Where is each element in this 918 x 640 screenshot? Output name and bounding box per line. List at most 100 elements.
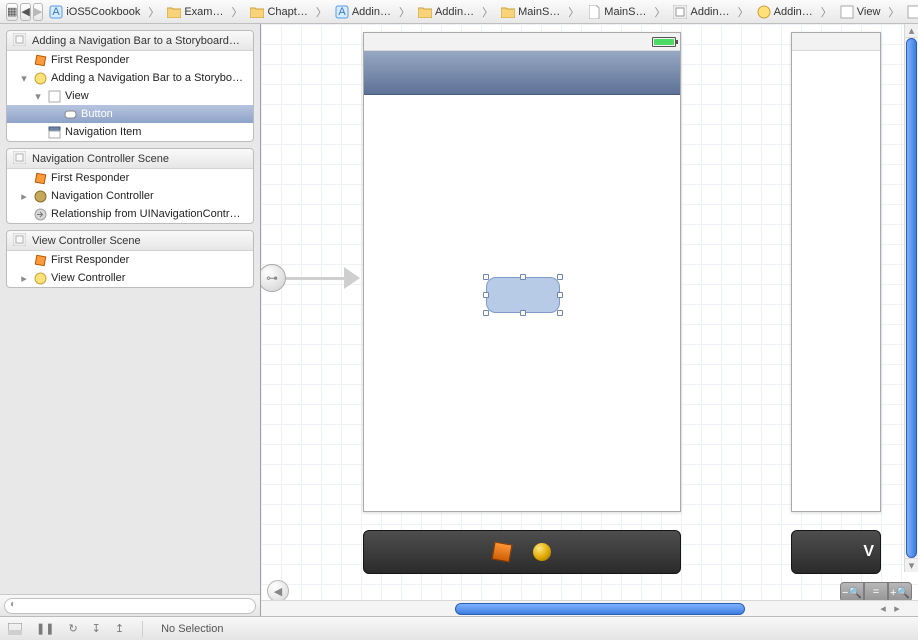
document-icon (587, 5, 601, 19)
outline-row-label: Navigation Controller (51, 190, 154, 202)
view-body[interactable] (364, 95, 680, 511)
horizontal-scrollbar[interactable]: ◂ ▸ (261, 600, 918, 616)
device-frame (363, 32, 681, 512)
device-frame-peek (791, 32, 881, 512)
zoom-in-button[interactable]: +🔍 (888, 582, 912, 602)
scroll-left-icon[interactable]: ◂ (876, 602, 890, 615)
disclosure-triangle-icon[interactable]: ▸ (19, 272, 29, 285)
step-out-icon[interactable]: ↥ (115, 622, 124, 635)
selection-handle[interactable] (483, 310, 489, 316)
outline-row-navigation-controller[interactable]: ▸ Navigation Controller (7, 187, 253, 205)
scene-group: Navigation Controller Scene First Respon… (6, 148, 254, 224)
breadcrumb-label: Exam… (184, 6, 223, 18)
breadcrumb-item[interactable]: MainS… (497, 1, 564, 23)
vertical-scrollbar[interactable]: ▴ ▾ (904, 24, 918, 572)
breadcrumb-item[interactable]: Addin… (414, 1, 478, 23)
scene-view-controller[interactable] (363, 32, 681, 512)
segue-source-knob[interactable]: ⊶ (261, 264, 286, 292)
selection-handle[interactable] (557, 274, 563, 280)
breadcrumb-item[interactable]: Chapt… (246, 1, 311, 23)
outline-row-button[interactable]: Button (7, 105, 253, 123)
disclosure-triangle-icon[interactable]: ▾ (19, 72, 29, 85)
status-text: No Selection (161, 623, 223, 635)
selection-handle[interactable] (557, 292, 563, 298)
outline-row-first-responder[interactable]: First Responder (7, 169, 253, 187)
breadcrumb-item[interactable]: A Addin… (331, 1, 395, 23)
toggle-outline-button[interactable]: ◀ (267, 580, 289, 602)
scrollbar-track[interactable] (275, 603, 876, 615)
disclosure-triangle-icon[interactable]: ▾ (33, 90, 43, 103)
selection-handle[interactable] (520, 274, 526, 280)
view-icon (907, 5, 918, 19)
pause-icon[interactable]: ❚❚ (36, 622, 54, 635)
nav-back-button[interactable]: ◀ (20, 3, 30, 21)
scene-dock[interactable] (363, 530, 681, 574)
chevron-right-icon: ▶ (34, 5, 42, 18)
zoom-controls: −🔍 = +🔍 (840, 582, 912, 602)
scene-header-label: View Controller Scene (32, 235, 141, 247)
first-responder-icon (33, 171, 47, 185)
scrollbar-thumb[interactable] (906, 38, 917, 558)
selection-handle[interactable] (520, 310, 526, 316)
breadcrumb-item[interactable]: View (836, 1, 885, 23)
scene-header[interactable]: Navigation Controller Scene (7, 149, 253, 169)
outline-row-view[interactable]: ▾ View (7, 87, 253, 105)
nav-forward-button[interactable]: ▶ (33, 3, 43, 21)
storyboard-icon (13, 233, 26, 249)
breadcrumb-item[interactable]: Addin… (753, 1, 817, 23)
outline-filter-bar (0, 594, 260, 616)
view-controller-object[interactable] (531, 541, 553, 563)
zoom-fit-button[interactable]: = (864, 582, 888, 602)
outline-row-label: Relationship from UINavigationContr… (51, 208, 241, 220)
scroll-down-icon[interactable]: ▾ (905, 558, 918, 572)
scroll-right-icon[interactable]: ▸ (890, 602, 904, 615)
breadcrumb-separator: 〉 (819, 4, 834, 20)
hide-debug-icon[interactable] (8, 623, 22, 635)
segue-arrow[interactable]: ⊶ (261, 264, 360, 292)
step-into-icon[interactable]: ↧ (92, 622, 101, 635)
related-items-button[interactable]: ▦ (6, 3, 18, 21)
first-responder-object[interactable] (491, 541, 513, 563)
outline-row-relationship[interactable]: Relationship from UINavigationContr… (7, 205, 253, 223)
breadcrumb-item[interactable]: Button (903, 1, 918, 23)
step-over-icon[interactable]: ↻ (68, 622, 77, 635)
outline-row-first-responder[interactable]: First Responder (7, 51, 253, 69)
breadcrumb-item[interactable]: Addin… (669, 1, 733, 23)
outline-row-navigation-item[interactable]: Navigation Item (7, 123, 253, 141)
outline-row-label: Adding a Navigation Bar to a Storybo… (51, 72, 243, 84)
xcode-project-icon: A (49, 5, 63, 19)
segue-arrowhead-icon (344, 267, 360, 289)
selection-handle[interactable] (483, 292, 489, 298)
segue-line (286, 277, 344, 280)
breadcrumb-separator: 〉 (397, 4, 412, 20)
breadcrumb-item[interactable]: MainS… (583, 1, 650, 23)
selection-handle[interactable] (483, 274, 489, 280)
scene-header[interactable]: Adding a Navigation Bar to a Storyboard… (7, 31, 253, 51)
selection-handle[interactable] (557, 310, 563, 316)
breadcrumb-separator: 〉 (652, 4, 667, 20)
scene-dock-peek[interactable]: V (791, 530, 881, 574)
scene-icon (757, 5, 771, 19)
storyboard-canvas[interactable]: ⊶ (261, 24, 918, 616)
outline-filter-input[interactable] (4, 598, 256, 614)
scroll-up-icon[interactable]: ▴ (905, 24, 918, 38)
outline-row-label: First Responder (51, 54, 129, 66)
scrollbar-thumb[interactable] (455, 603, 745, 615)
breadcrumb-item[interactable]: Exam… (163, 1, 227, 23)
outline-row-label: First Responder (51, 172, 129, 184)
storyboard-icon (673, 5, 687, 19)
navigation-bar[interactable] (364, 51, 680, 95)
breadcrumb-separator: 〉 (314, 4, 329, 20)
scene-peek[interactable] (791, 32, 918, 512)
outline-row-view-controller[interactable]: ▾ Adding a Navigation Bar to a Storybo… (7, 69, 253, 87)
outline-row-view-controller[interactable]: ▸ View Controller (7, 269, 253, 287)
outline-row-first-responder[interactable]: First Responder (7, 251, 253, 269)
breadcrumb-label: MainS… (604, 6, 646, 18)
breadcrumb-item[interactable]: A iOS5Cookbook (45, 1, 144, 23)
controller-circle-icon (33, 189, 47, 203)
scene-header[interactable]: View Controller Scene (7, 231, 253, 251)
uibutton-element[interactable] (486, 277, 560, 313)
disclosure-triangle-icon[interactable]: ▸ (19, 190, 29, 203)
view-controller-icon (33, 271, 47, 285)
zoom-out-button[interactable]: −🔍 (840, 582, 864, 602)
